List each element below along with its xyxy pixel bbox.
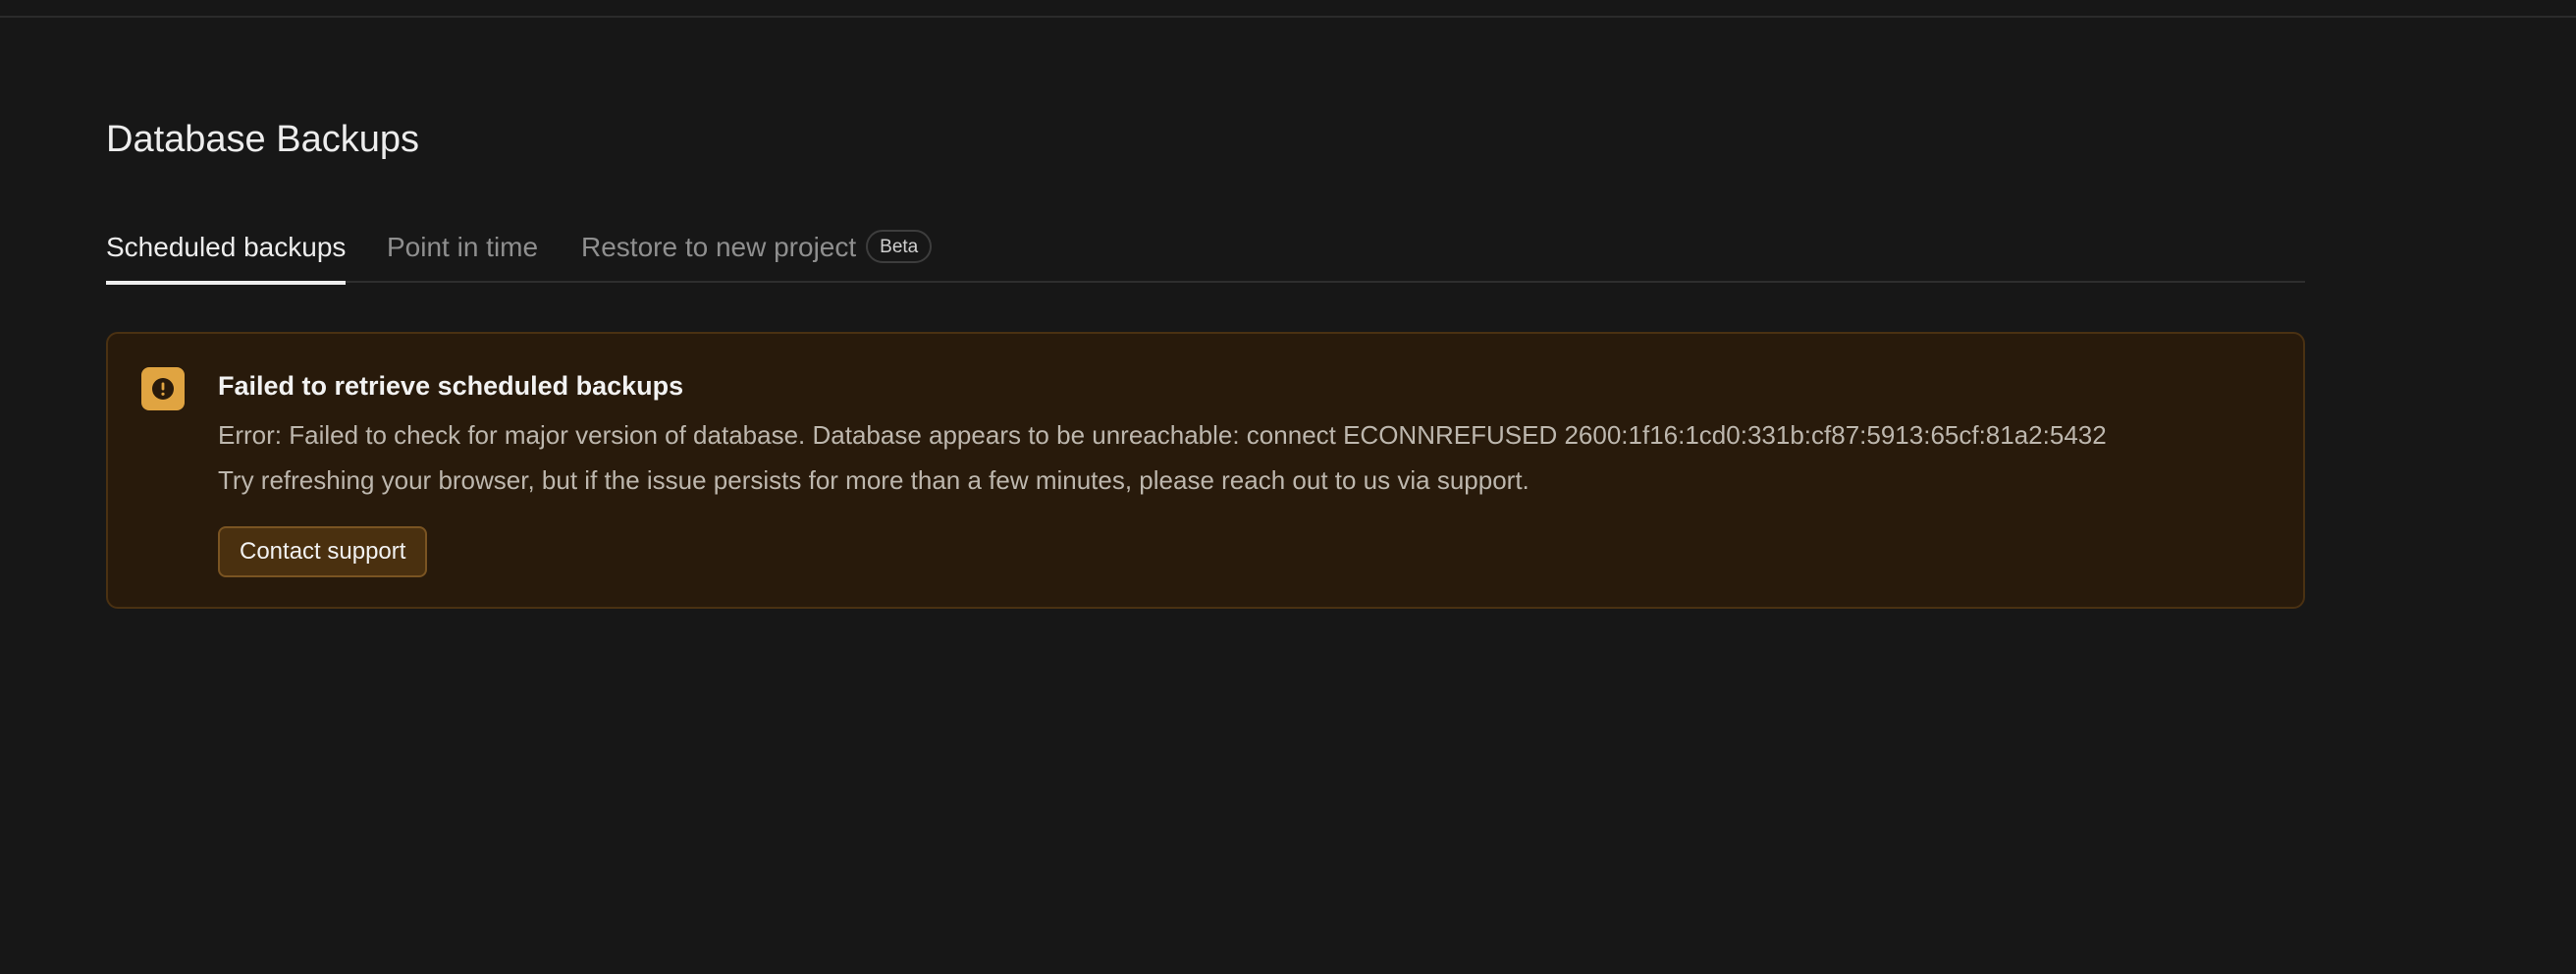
top-navigation-bar [0,0,2576,18]
backup-tabs: Scheduled backups Point in time Restore … [106,224,2305,285]
error-alert: Failed to retrieve scheduled backups Err… [106,332,2305,609]
error-message: Error: Failed to check for major version… [218,420,2107,450]
exclamation-circle-icon [141,367,185,410]
tab-restore-to-new-project[interactable]: Restore to new project Beta [581,224,933,283]
alert-title: Failed to retrieve scheduled backups [218,371,684,401]
page-title: Database Backups [106,119,419,160]
tab-point-in-time[interactable]: Point in time [387,224,538,283]
beta-badge: Beta [866,230,933,263]
contact-support-button[interactable]: Contact support [218,526,428,577]
alert-hint: Try refreshing your browser, but if the … [218,465,1530,495]
tab-label: Restore to new project [581,232,857,262]
tab-scheduled-backups[interactable]: Scheduled backups [106,224,347,285]
tab-label: Scheduled backups [106,232,347,262]
tab-label: Point in time [387,232,539,262]
